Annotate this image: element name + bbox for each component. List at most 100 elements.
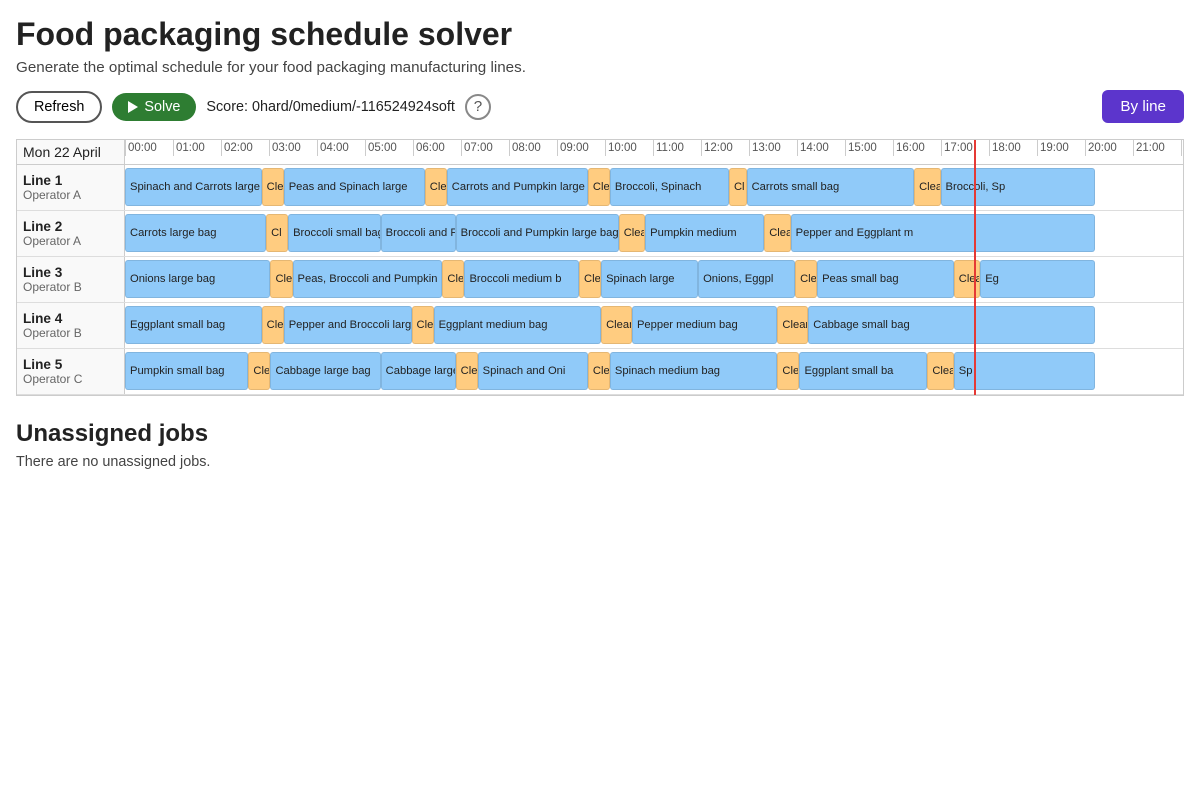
byline-button[interactable]: By line (1102, 90, 1184, 123)
row-timeline: Onions large bagClePeas, Broccoli and Pu… (125, 257, 1183, 301)
job-bar[interactable]: Pumpkin medium (645, 214, 764, 252)
job-bar[interactable]: Carrots small bag (747, 168, 915, 206)
job-bar[interactable]: Cabbage small bag (808, 306, 1095, 344)
job-bar[interactable]: Broccoli, Spinach (610, 168, 729, 206)
job-bar[interactable]: Cle (248, 352, 270, 390)
job-bar[interactable]: Clea (456, 352, 478, 390)
job-bar[interactable]: Cle (412, 306, 434, 344)
table-row: Line 4Operator BEggplant small bagClePep… (17, 303, 1183, 349)
time-cell: 12:00 (701, 140, 749, 156)
job-bar[interactable]: Clea (795, 260, 817, 298)
line-name: Line 3 (23, 265, 118, 280)
time-cell: 11:00 (653, 140, 701, 156)
row-timeline: Spinach and Carrots large bagClePeas and… (125, 165, 1183, 209)
job-bar[interactable]: Clean (777, 306, 808, 344)
job-bar[interactable]: Peas and Spinach large (284, 168, 425, 206)
job-bar[interactable]: Broccoli and Pumpkin large bag (456, 214, 619, 252)
time-cell: 18:00 (989, 140, 1037, 156)
job-bar[interactable]: Carrots large bag (125, 214, 266, 252)
solve-label: Solve (144, 99, 180, 115)
time-cell: 04:00 (317, 140, 365, 156)
operator-name: Operator A (23, 234, 118, 248)
refresh-button[interactable]: Refresh (16, 91, 102, 123)
job-bar[interactable]: Clear (954, 260, 980, 298)
row-timeline: Carrots large bagClBroccoli small bagBro… (125, 211, 1183, 255)
job-bar[interactable]: Clea (588, 352, 610, 390)
help-button[interactable]: ? (465, 94, 491, 120)
job-bar[interactable]: Cle (442, 260, 464, 298)
row-timeline: Pumpkin small bagCleCabbage large bagCab… (125, 349, 1183, 393)
time-header: 00:0001:0002:0003:0004:0005:0006:0007:00… (125, 140, 1183, 164)
row-label: Line 4Operator B (17, 303, 125, 348)
time-cell: 01:00 (173, 140, 221, 156)
time-cell: 06:00 (413, 140, 461, 156)
job-bar[interactable]: Pepper and Eggplant m (791, 214, 1095, 252)
job-bar[interactable]: Clear (914, 168, 940, 206)
job-bar[interactable]: Cle (777, 352, 799, 390)
job-bar[interactable]: Onions large bag (125, 260, 270, 298)
time-cell: 00:00 (125, 140, 173, 156)
play-icon (128, 101, 138, 113)
job-bar[interactable]: Cle (262, 306, 284, 344)
job-bar[interactable]: Cabbage large b (381, 352, 456, 390)
date-label: Mon 22 April (23, 144, 101, 160)
job-bar[interactable]: Cle (588, 168, 610, 206)
job-bar[interactable]: Cle (425, 168, 447, 206)
job-bar[interactable]: Spinach and Oni (478, 352, 588, 390)
unassigned-message: There are no unassigned jobs. (16, 454, 1184, 470)
time-cell: 14:00 (797, 140, 845, 156)
job-bar[interactable]: Eggplant medium bag (434, 306, 602, 344)
job-bar[interactable]: Eg (980, 260, 1095, 298)
time-cell: 05:00 (365, 140, 413, 156)
main-page: Food packaging schedule solver Generate … (0, 0, 1200, 486)
time-cell: 15:00 (845, 140, 893, 156)
time-cell: 17:00 (941, 140, 989, 156)
job-bar[interactable]: Peas small bag (817, 260, 954, 298)
job-bar[interactable]: Broccoli medium b (464, 260, 579, 298)
line-name: Line 4 (23, 311, 118, 326)
job-bar[interactable]: Cl (266, 214, 288, 252)
table-row: Line 5Operator CPumpkin small bagCleCabb… (17, 349, 1183, 395)
gantt-header: Mon 22 April 00:0001:0002:0003:0004:0005… (17, 140, 1183, 165)
job-bar[interactable]: Spinach medium bag (610, 352, 778, 390)
job-bar[interactable]: Clea (619, 214, 645, 252)
line-name: Line 2 (23, 219, 118, 234)
row-label: Line 2Operator A (17, 211, 125, 256)
job-bar[interactable]: Clea (764, 214, 790, 252)
job-bar[interactable]: Peas, Broccoli and Pumpkin me (293, 260, 443, 298)
job-bar[interactable]: Onions, Eggpl (698, 260, 795, 298)
job-bar[interactable]: Sp (954, 352, 1095, 390)
gantt-rows: Line 1Operator ASpinach and Carrots larg… (17, 165, 1183, 395)
unassigned-title: Unassigned jobs (16, 420, 1184, 448)
page-subtitle: Generate the optimal schedule for your f… (16, 59, 1184, 76)
job-bar[interactable]: Eggplant small ba (799, 352, 927, 390)
row-label: Line 3Operator B (17, 257, 125, 302)
job-bar[interactable]: Clean (601, 306, 632, 344)
time-cell: 08:00 (509, 140, 557, 156)
job-bar[interactable]: Spinach and Carrots large bag (125, 168, 262, 206)
job-bar[interactable]: Pepper and Broccoli large (284, 306, 412, 344)
job-bar[interactable]: Cl (729, 168, 747, 206)
time-cell: 03:00 (269, 140, 317, 156)
job-bar[interactable]: Cle (579, 260, 601, 298)
table-row: Line 3Operator BOnions large bagClePeas,… (17, 257, 1183, 303)
row-label: Line 1Operator A (17, 165, 125, 210)
job-bar[interactable]: Spinach large (601, 260, 698, 298)
operator-name: Operator C (23, 372, 118, 386)
job-bar[interactable]: Broccoli, Sp (941, 168, 1095, 206)
solve-button[interactable]: Solve (112, 93, 196, 121)
job-bar[interactable]: Eggplant small bag (125, 306, 262, 344)
gantt-date-label: Mon 22 April (17, 140, 125, 164)
time-cell: 10:00 (605, 140, 653, 156)
job-bar[interactable]: Broccoli and P (381, 214, 456, 252)
job-bar[interactable]: Broccoli small bag (288, 214, 381, 252)
job-bar[interactable]: Cle (270, 260, 292, 298)
job-bar[interactable]: Cle (262, 168, 284, 206)
operator-name: Operator B (23, 280, 118, 294)
operator-name: Operator A (23, 188, 118, 202)
job-bar[interactable]: Cabbage large bag (270, 352, 380, 390)
job-bar[interactable]: Pepper medium bag (632, 306, 777, 344)
job-bar[interactable]: Carrots and Pumpkin large (447, 168, 588, 206)
job-bar[interactable]: Pumpkin small bag (125, 352, 248, 390)
job-bar[interactable]: Clea (927, 352, 953, 390)
